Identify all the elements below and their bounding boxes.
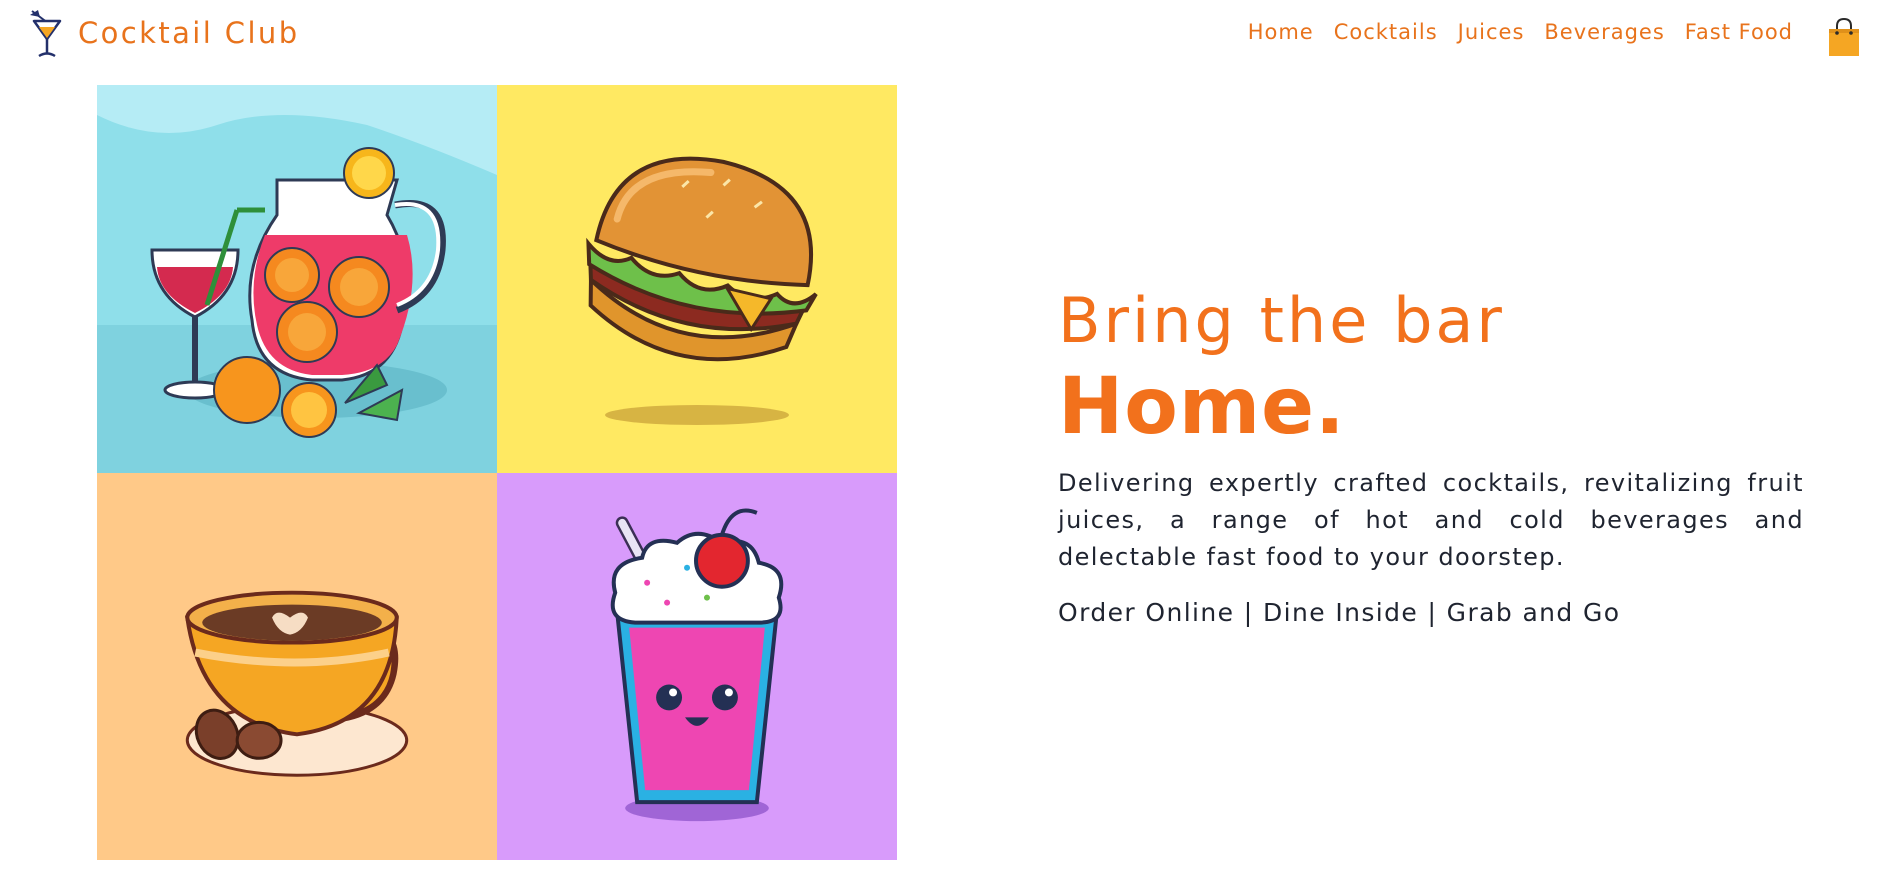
gallery-tile-drinks: [97, 85, 497, 473]
main-nav: Home Cocktails Juices Beverages Fast Foo…: [1248, 20, 1793, 44]
hero-description: Delivering expertly crafted cocktails, r…: [1058, 469, 1804, 571]
hero: Bring the bar Home. Delivering expertly …: [1058, 284, 1804, 628]
gallery-tile-coffee: [97, 473, 497, 860]
nav-juices[interactable]: Juices: [1458, 20, 1525, 44]
gallery-tile-milkshake: [497, 473, 897, 860]
pitcher-and-glass-icon: [97, 85, 497, 473]
hero-heading-line2: Home.: [1058, 362, 1346, 452]
hero-services: Order Online | Dine Inside | Grab and Go: [1058, 598, 1621, 627]
cocktail-glass-icon: [30, 10, 62, 58]
gallery-grid: [97, 85, 897, 860]
nav-cocktails[interactable]: Cocktails: [1334, 20, 1438, 44]
shopping-bag-icon[interactable]: [1826, 17, 1862, 57]
coffee-cup-icon: [184, 590, 409, 777]
gallery-tile-burger: [497, 85, 897, 473]
nav-beverages[interactable]: Beverages: [1544, 20, 1664, 44]
hero-heading-line1: Bring the bar: [1058, 284, 1505, 357]
brand[interactable]: Cocktail Club: [28, 10, 300, 58]
brand-name: Cocktail Club: [78, 16, 300, 50]
nav-home[interactable]: Home: [1248, 20, 1314, 44]
milkshake-icon: [610, 508, 784, 822]
burger-icon: [586, 156, 818, 425]
nav-fast-food[interactable]: Fast Food: [1685, 20, 1793, 44]
